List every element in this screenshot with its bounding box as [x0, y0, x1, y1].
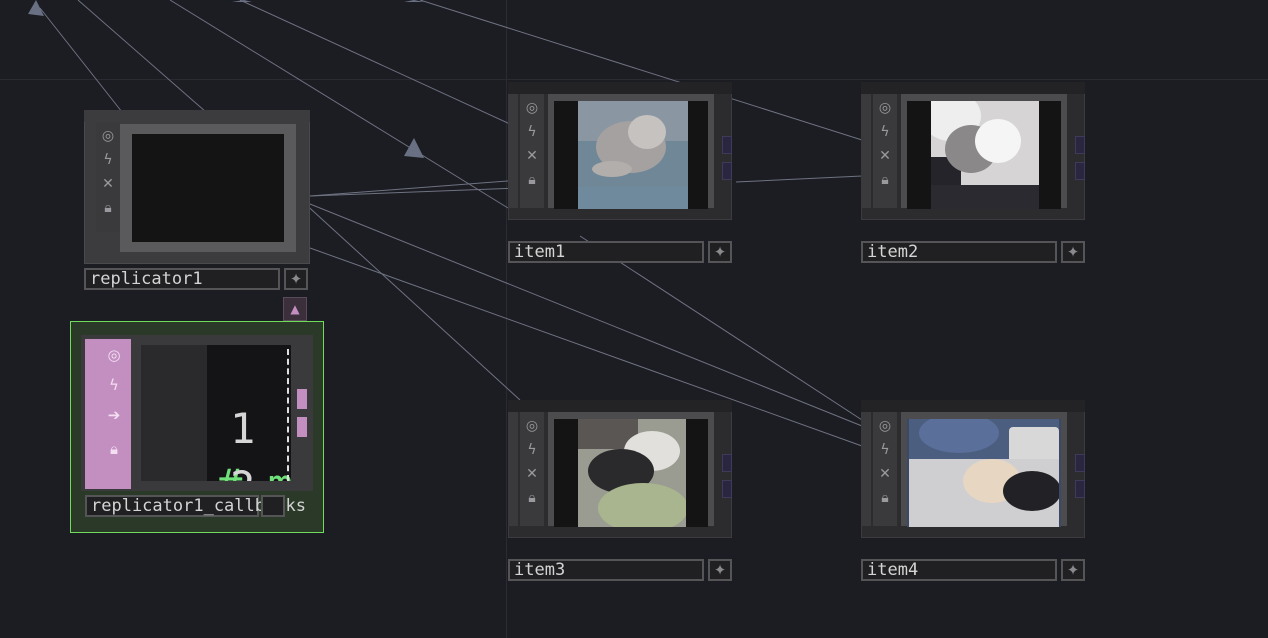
cook-icon[interactable]: ϟ — [99, 373, 129, 397]
output-connector[interactable] — [1075, 136, 1085, 154]
input-strip — [861, 412, 871, 526]
wire — [309, 187, 521, 197]
viewer-frame — [901, 412, 1067, 527]
viewer-frame — [548, 94, 714, 209]
bypass-icon[interactable]: ✕ — [96, 172, 120, 196]
lock-icon[interactable]: 🔒︎ — [520, 168, 544, 192]
input-strip — [508, 94, 518, 208]
cook-icon[interactable]: ϟ — [520, 438, 544, 462]
node-titlebar — [508, 400, 732, 412]
pin-icon[interactable]: ✦ — [284, 268, 308, 290]
viewer[interactable] — [907, 419, 1061, 527]
viewer-frame — [120, 124, 296, 252]
viewer[interactable] — [554, 101, 708, 209]
wire — [309, 179, 521, 197]
flag-column: ◎ ϟ ✕ 🔒︎ — [873, 412, 897, 526]
viewer[interactable] — [132, 134, 284, 242]
item3-node[interactable]: ◎ ϟ ✕ 🔒︎ item3 ✦ — [508, 400, 734, 584]
viewer-toggle-icon[interactable]: ◎ — [873, 414, 897, 438]
viewer-toggle-icon[interactable]: ◎ — [520, 96, 544, 120]
output-connector[interactable] — [1075, 454, 1085, 472]
replicator1-node[interactable]: ◎ ϟ ✕ 🔒︎ replicator1 ✦ — [84, 110, 310, 294]
output-connector[interactable] — [297, 417, 307, 437]
node-titlebar — [508, 82, 732, 94]
lock-icon[interactable]: 🔒︎ — [520, 486, 544, 510]
bypass-icon[interactable]: ✕ — [520, 144, 544, 168]
cat-photo — [578, 101, 688, 209]
node-name[interactable]: replicator1 — [84, 268, 280, 290]
node-name[interactable]: item2 — [861, 241, 1057, 263]
wire — [239, 0, 511, 125]
cook-icon[interactable]: ϟ — [873, 120, 897, 144]
pin-icon[interactable]: ✦ — [1061, 241, 1085, 263]
lock-icon[interactable]: 🔒︎ — [873, 168, 897, 192]
cook-icon[interactable]: ϟ — [873, 438, 897, 462]
viewer-toggle-icon[interactable]: ◎ — [99, 343, 129, 367]
lock-icon[interactable]: 🔒︎ — [99, 437, 129, 461]
flag-column: ◎ ϟ ✕ 🔒︎ — [520, 412, 544, 526]
pin-icon[interactable]: ✦ — [708, 559, 732, 581]
lock-icon[interactable]: 🔒︎ — [873, 486, 897, 510]
pin-icon[interactable]: ✦ — [1061, 559, 1085, 581]
node-titlebar — [861, 82, 1085, 94]
wire-arrow-icon — [404, 138, 424, 158]
item4-node[interactable]: ◎ ϟ ✕ 🔒︎ item4 ✦ — [861, 400, 1087, 584]
node-titlebar — [861, 400, 1085, 412]
cat-photo — [578, 419, 686, 527]
item1-node[interactable]: ◎ ϟ ✕ 🔒︎ item1 ✦ — [508, 82, 734, 266]
up-arrow-icon[interactable]: ▲ — [283, 297, 307, 321]
cat-photo — [909, 419, 1059, 527]
cook-icon[interactable]: ϟ — [96, 148, 120, 172]
replicator1-callbacks-node[interactable]: ◎ ϟ ➔ 🔒︎ 1 # m 2 # 3 # replicator1_callb… — [70, 321, 324, 533]
output-connector[interactable] — [722, 162, 732, 180]
bypass-icon[interactable]: ✕ — [873, 144, 897, 168]
node-name[interactable]: replicator1_callbacks — [85, 495, 306, 517]
bypass-icon[interactable]: ✕ — [873, 462, 897, 486]
viewer[interactable] — [554, 419, 708, 527]
output-connector[interactable] — [1075, 162, 1085, 180]
code-line: 1 # m — [141, 345, 291, 481]
pin-icon[interactable] — [261, 495, 285, 517]
output-connector[interactable] — [297, 389, 307, 409]
export-arrow-icon[interactable]: ➔ — [99, 403, 129, 427]
text-cursor — [287, 349, 289, 481]
pin-icon[interactable]: ✦ — [708, 241, 732, 263]
flag-column: ◎ ϟ ✕ 🔒︎ — [96, 122, 120, 232]
node-name[interactable]: item4 — [861, 559, 1057, 581]
node-titlebar — [84, 110, 310, 122]
output-connector[interactable] — [722, 136, 732, 154]
wire-arrow-icon — [232, 0, 252, 2]
input-strip — [508, 412, 518, 526]
code-viewer[interactable]: 1 # m 2 # 3 # — [141, 345, 291, 481]
output-connector[interactable] — [722, 480, 732, 498]
wire — [289, 189, 521, 401]
wire — [735, 175, 863, 183]
viewer-frame — [901, 94, 1067, 209]
item2-node[interactable]: ◎ ϟ ✕ 🔒︎ item2 ✦ — [861, 82, 1087, 266]
flag-column: ◎ ϟ ✕ 🔒︎ — [873, 94, 897, 208]
bypass-icon[interactable]: ✕ — [520, 462, 544, 486]
cook-icon[interactable]: ϟ — [520, 120, 544, 144]
wire — [39, 7, 123, 113]
lock-icon[interactable]: 🔒︎ — [96, 196, 120, 220]
cat-photo — [931, 101, 1039, 209]
viewer[interactable] — [907, 101, 1061, 209]
node-body: ◎ ϟ ➔ 🔒︎ 1 # m 2 # 3 # — [81, 335, 313, 491]
viewer-frame — [548, 412, 714, 527]
wire-arrow-icon — [28, 0, 44, 16]
node-name[interactable]: item1 — [508, 241, 704, 263]
output-connector[interactable] — [722, 454, 732, 472]
code-line: 3 # — [141, 461, 291, 481]
input-strip — [861, 94, 871, 208]
viewer-toggle-icon[interactable]: ◎ — [96, 124, 120, 148]
code-line: 2 # — [141, 403, 291, 481]
node-name[interactable]: item3 — [508, 559, 704, 581]
viewer-toggle-icon[interactable]: ◎ — [520, 414, 544, 438]
flag-column: ◎ ϟ ➔ 🔒︎ — [85, 339, 131, 489]
flag-column: ◎ ϟ ✕ 🔒︎ — [520, 94, 544, 208]
viewer-toggle-icon[interactable]: ◎ — [873, 96, 897, 120]
output-connector[interactable] — [1075, 480, 1085, 498]
